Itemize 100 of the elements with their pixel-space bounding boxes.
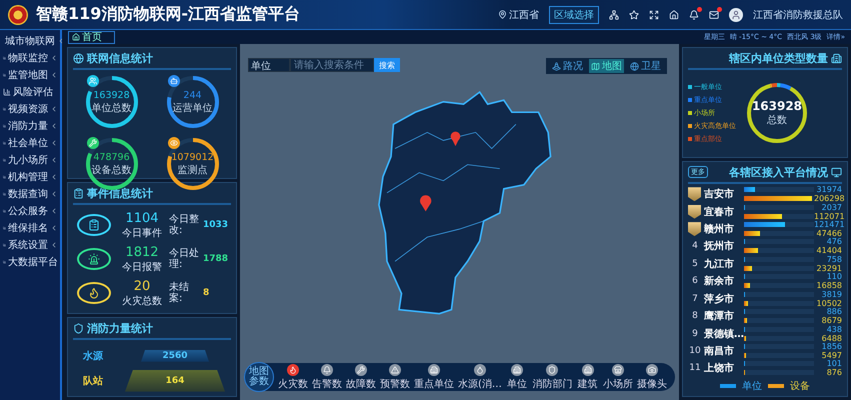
- rank-number: 5: [691, 258, 699, 269]
- city-name: 九江市: [704, 257, 735, 271]
- event-count: 1812: [125, 244, 159, 260]
- devices-value: 23291: [816, 264, 842, 273]
- clipboard-icon: [77, 214, 111, 236]
- map-layer-button[interactable]: 水源(消…: [458, 364, 502, 390]
- category-select[interactable]: 单位: [248, 58, 290, 72]
- devices-value: 5497: [820, 351, 842, 360]
- stat-value: 244: [183, 90, 202, 100]
- force-label: 水源: [82, 350, 104, 363]
- sidebar-item[interactable]: 维保排名: [0, 219, 60, 236]
- map-type-tab[interactable]: 路况: [550, 59, 585, 73]
- map-layer-button[interactable]: 火灾数: [278, 364, 308, 390]
- sidebar-item[interactable]: 公众服务: [0, 202, 60, 219]
- flame-icon: [77, 282, 111, 304]
- pin-icon: [498, 10, 507, 19]
- siren-icon: [77, 248, 111, 270]
- menu-item-icon: [3, 172, 6, 180]
- map-layer-button[interactable]: 建筑: [576, 364, 599, 390]
- devices-value: 47466: [816, 229, 842, 238]
- devices-value: 41404: [816, 246, 842, 256]
- sidebar-item[interactable]: 物联监控: [0, 49, 60, 66]
- sidebar-item[interactable]: 九小场所: [0, 151, 60, 168]
- menu-item-icon: [3, 122, 6, 130]
- expand-icon[interactable]: [649, 10, 659, 20]
- bell-icon[interactable]: [689, 10, 699, 20]
- search-field[interactable]: 请输入搜索条件: [290, 58, 374, 72]
- devices-value: 112071: [814, 212, 842, 221]
- map-layer-button[interactable]: 故障数: [346, 364, 376, 390]
- city-name: 景德镇…: [704, 328, 742, 341]
- map-params-button[interactable]: 地图参数: [244, 362, 274, 392]
- map-layer-button[interactable]: 摄像头: [637, 364, 667, 390]
- sidebar-item[interactable]: 监管地图: [0, 66, 60, 83]
- globe-icon: [630, 62, 639, 70]
- sidebar-item[interactable]: 社会单位: [0, 134, 60, 151]
- devices-value: 6488: [820, 334, 842, 343]
- layer-icon: [428, 364, 440, 376]
- map-layer-button[interactable]: 告警数: [312, 364, 342, 390]
- menu-item-icon: [3, 224, 6, 232]
- summary-value: 1033: [203, 220, 228, 230]
- home-icon[interactable]: [669, 10, 679, 20]
- sidebar-item[interactable]: 机构管理: [0, 168, 60, 185]
- avatar-icon[interactable]: [729, 8, 743, 22]
- map-layer-button[interactable]: 重点单位: [414, 364, 454, 390]
- menu-item-icon: [3, 258, 6, 266]
- chevron-icon: [50, 172, 58, 180]
- breadcrumb-tab[interactable]: 首页: [68, 30, 115, 44]
- city-name: 鹰潭市: [704, 309, 735, 324]
- map-type-tab[interactable]: 卫星: [628, 59, 663, 73]
- units-value: 3819: [820, 290, 842, 299]
- chevron-icon: [50, 70, 58, 78]
- funnel-segment: 2560: [141, 350, 209, 362]
- rank-number: 10: [688, 346, 702, 356]
- medal-icon: [688, 222, 701, 236]
- chevron-icon: [50, 104, 58, 112]
- region-select-button[interactable]: 区域选择: [549, 6, 599, 24]
- sidebar-item[interactable]: 系统设置: [0, 236, 60, 253]
- sidebar-item[interactable]: 大数据平台: [0, 253, 60, 270]
- summary-value: 8: [203, 288, 210, 298]
- panel-title: 消防力量统计: [73, 321, 231, 340]
- units-value: 101: [826, 359, 842, 368]
- legend-swatch: [768, 384, 784, 388]
- sidebar-item[interactable]: 消防力量: [0, 117, 60, 134]
- mail-icon[interactable]: [709, 10, 719, 20]
- total-label: 总数: [767, 114, 787, 128]
- sidebar-item[interactable]: 风险评估: [0, 83, 60, 100]
- event-label: 今日事件: [122, 226, 162, 240]
- fire-marker-icon[interactable]: [420, 195, 432, 212]
- menu-item-icon: [3, 54, 6, 62]
- map-layer-button[interactable]: 预警数: [380, 364, 410, 390]
- units-value: 476: [826, 237, 842, 246]
- location-label[interactable]: 江西省: [498, 8, 539, 22]
- event-count: 1104: [125, 210, 159, 226]
- map-layer-button[interactable]: 消防部门: [532, 364, 572, 390]
- rank-number: 4: [691, 241, 699, 252]
- chevron-icon: [50, 206, 58, 214]
- chevron-icon: [50, 156, 58, 164]
- globe-icon: [73, 53, 84, 64]
- city-name: 吉安市: [704, 187, 735, 202]
- network-icon[interactable]: [609, 10, 619, 20]
- stat-icon: [86, 75, 98, 87]
- sidebar-item[interactable]: 数据查询: [0, 185, 60, 202]
- layer-icon: [474, 364, 486, 376]
- summary-label: 今日整改:: [169, 214, 200, 236]
- layer-icon: [612, 364, 624, 376]
- devices-value: 8679: [820, 316, 842, 326]
- map-type-tab[interactable]: 地图: [589, 59, 624, 73]
- summary-value: 1788: [203, 254, 228, 264]
- layer-icon: [287, 364, 299, 376]
- star-icon[interactable]: [629, 10, 639, 20]
- sidebar-item[interactable]: 视频资源: [0, 100, 60, 117]
- units-value: 886: [826, 307, 842, 316]
- map-layer-button[interactable]: 单位: [506, 364, 528, 390]
- rank-number: 6: [691, 276, 699, 286]
- units-value: 31974: [816, 185, 842, 194]
- fire-marker-icon[interactable]: [450, 132, 460, 146]
- map-layer-button[interactable]: 小场所: [603, 364, 633, 390]
- medal-icon: [688, 204, 701, 219]
- stat-value: 1079012: [171, 152, 214, 162]
- chevron-icon: [50, 240, 58, 248]
